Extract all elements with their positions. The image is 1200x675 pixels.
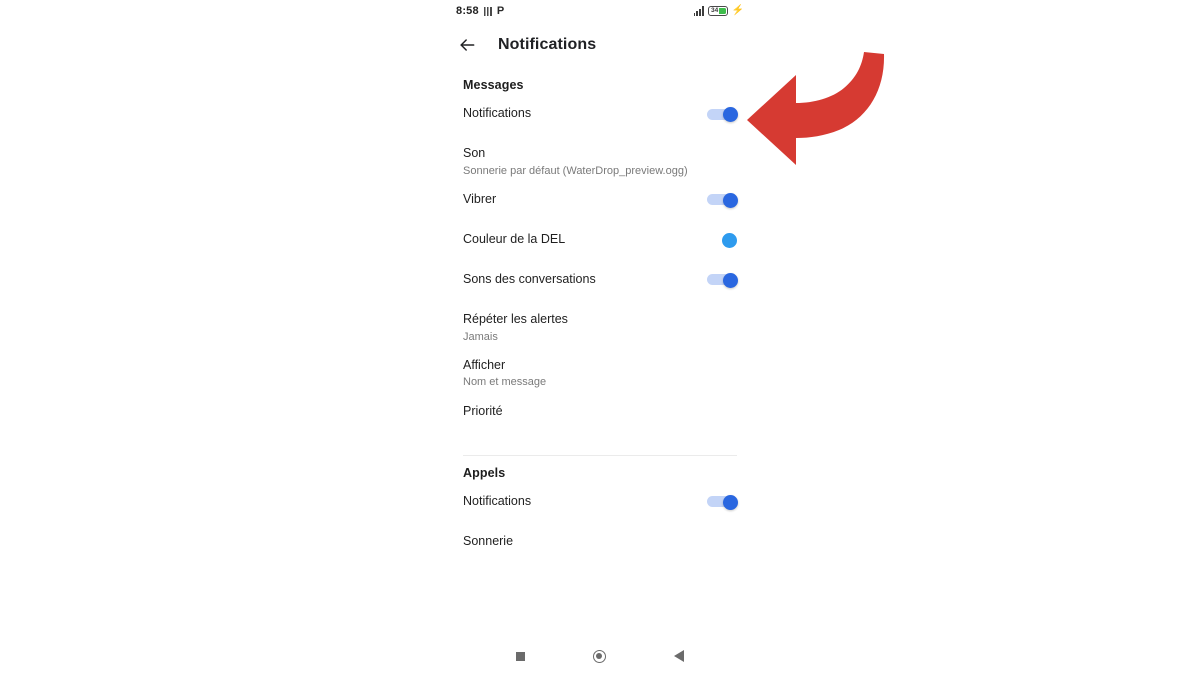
row-appels-sonnerie[interactable]: Sonnerie [463, 520, 737, 560]
status-bar-clock: 8:58 [456, 5, 479, 17]
recents-square-icon[interactable] [516, 651, 525, 661]
toggle-messages-sons-conversations[interactable] [707, 272, 738, 288]
row-messages-sons-conversations[interactable]: Sons des conversations [463, 258, 738, 298]
toggle-messages-notifications[interactable] [707, 107, 738, 122]
p-mode-icon: P [496, 4, 505, 17]
status-bar-right: 34 ⚡ [693, 5, 744, 16]
row-title: Notifications [463, 493, 532, 508]
row-texts: Couleur de la DEL [463, 232, 565, 248]
row-texts: Son Sonnerie par défaut (WaterDrop_previ… [463, 146, 688, 178]
row-control [707, 106, 738, 122]
led-color-swatch[interactable] [722, 232, 737, 248]
toggle-thumb [723, 107, 738, 122]
row-messages-vibrer[interactable]: Vibrer [463, 178, 738, 218]
battery-fill [718, 7, 726, 15]
status-bar: 8:58 P 34 ⚡ [440, 0, 760, 22]
row-texts: Répéter les alertes Jamais [463, 312, 568, 344]
row-subtitle: Nom et message [463, 376, 547, 389]
row-texts: Notifications [463, 106, 531, 122]
phone-screen: 8:58 P 34 ⚡ Notifications Messages Notif… [440, 0, 760, 675]
row-texts: Sons des conversations [463, 272, 596, 288]
row-messages-son[interactable]: Son Sonnerie par défaut (WaterDrop_previ… [463, 132, 737, 178]
row-messages-afficher[interactable]: Afficher Nom et message [463, 344, 737, 390]
home-circle-icon[interactable] [593, 649, 606, 663]
annotation-arrow-icon [744, 46, 899, 168]
row-control [707, 494, 738, 510]
toggle-thumb [723, 494, 738, 510]
app-bar: Notifications [440, 26, 760, 64]
back-triangle-icon[interactable] [674, 650, 684, 662]
row-control [707, 192, 738, 208]
section-header-messages: Messages [463, 78, 524, 92]
battery-level-label: 34 [711, 6, 719, 14]
row-title: Son [463, 146, 486, 160]
row-title: Afficher [463, 357, 506, 372]
row-messages-repeter-alertes[interactable]: Répéter les alertes Jamais [463, 298, 737, 344]
row-texts: Vibrer [463, 192, 496, 208]
row-control [707, 272, 738, 288]
row-appels-notifications[interactable]: Notifications [463, 480, 738, 520]
row-title: Priorité [463, 403, 503, 418]
row-texts: Priorité [463, 404, 503, 420]
toggle-thumb [723, 192, 738, 208]
row-title: Répéter les alertes [463, 311, 568, 326]
sim-card-icon [483, 6, 492, 16]
row-texts: Notifications [463, 494, 531, 510]
charging-bolt-icon: ⚡ [731, 5, 744, 16]
back-arrow-icon[interactable] [456, 34, 478, 56]
status-bar-left: 8:58 P [456, 5, 504, 17]
section-header-appels: Appels [463, 465, 506, 480]
row-messages-couleur-del[interactable]: Couleur de la DEL [463, 218, 737, 258]
row-title: Sonnerie [463, 533, 514, 548]
row-texts: Sonnerie [463, 534, 513, 550]
toggle-messages-vibrer[interactable] [707, 192, 738, 208]
row-texts: Afficher Nom et message [463, 358, 546, 390]
navigation-bar [440, 637, 760, 675]
row-messages-priorite[interactable]: Priorité [463, 390, 737, 430]
row-control [722, 232, 737, 248]
row-title: Sons des conversations [463, 271, 596, 286]
page-title: Notifications [498, 36, 597, 53]
row-title: Notifications [463, 106, 532, 120]
row-title: Couleur de la DEL [463, 231, 566, 246]
row-subtitle: Sonnerie par défaut (WaterDrop_preview.o… [463, 164, 688, 177]
toggle-thumb [723, 272, 738, 288]
battery-icon: 34 [707, 6, 728, 16]
row-title: Vibrer [463, 191, 497, 206]
settings-list: Messages Notifications Son Sonnerie par … [440, 68, 760, 675]
toggle-appels-notifications[interactable] [707, 494, 738, 510]
section-divider [463, 454, 737, 456]
signal-bars-icon [693, 6, 704, 16]
row-messages-notifications[interactable]: Notifications [463, 92, 738, 132]
row-subtitle: Jamais [463, 330, 498, 343]
